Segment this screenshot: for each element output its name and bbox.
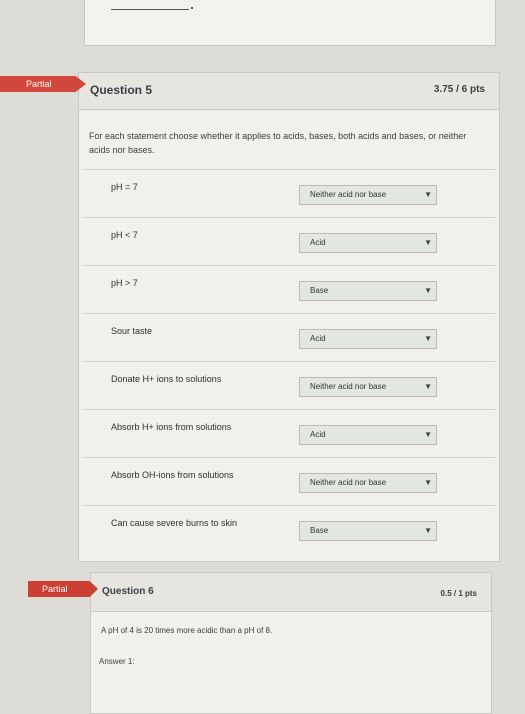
- answer-select[interactable]: Acid ▼: [299, 329, 437, 349]
- partial-score-badge: Partial: [0, 76, 86, 92]
- selected-value: Acid: [310, 334, 326, 343]
- statement-label: pH < 7: [111, 230, 138, 240]
- answer-select[interactable]: Neither acid nor base ▼: [299, 473, 437, 493]
- question-6-card: Question 6 0.5 / 1 pts A pH of 4 is 20 t…: [90, 572, 492, 714]
- answer-select[interactable]: Base ▼: [299, 281, 437, 301]
- question-points: 3.75 / 6 pts: [433, 84, 485, 95]
- selected-value: Neither acid nor base: [310, 382, 387, 391]
- partial-score-badge: Partial: [28, 581, 98, 597]
- statement-label: pH > 7: [111, 278, 138, 288]
- question-6-header: Question 6 0.5 / 1 pts: [91, 573, 491, 612]
- selected-value: Acid: [310, 238, 326, 247]
- answer-select[interactable]: Neither acid nor base ▼: [299, 377, 437, 397]
- question-title: Question 5: [90, 83, 153, 97]
- chevron-down-icon: ▼: [424, 526, 432, 535]
- chevron-down-icon: ▼: [424, 190, 432, 199]
- question-title: Question 6: [102, 586, 154, 597]
- answer-label: Answer 1:: [99, 657, 135, 666]
- chevron-down-icon: ▼: [424, 478, 432, 487]
- statement-label: Absorb H+ ions from solutions: [111, 422, 232, 432]
- match-row: Sour taste Acid ▼: [83, 313, 495, 362]
- selected-value: Base: [310, 526, 329, 535]
- answer-select[interactable]: Base ▼: [299, 521, 437, 541]
- statement-label: pH = 7: [111, 182, 138, 192]
- answer-select[interactable]: Neither acid nor base ▼: [299, 185, 437, 205]
- chevron-down-icon: ▼: [424, 238, 432, 247]
- question-5-card: Question 5 3.75 / 6 pts For each stateme…: [78, 72, 500, 562]
- match-row: Can cause severe burns to skin Base ▼: [83, 505, 495, 554]
- question-text: A pH of 4 is 20 times more acidic than a…: [101, 626, 273, 635]
- punctuation-dot: [191, 7, 193, 9]
- selected-value: Base: [310, 286, 329, 295]
- selected-value: Neither acid nor base: [310, 190, 387, 199]
- match-row: pH > 7 Base ▼: [83, 265, 495, 314]
- statement-label: Donate H+ ions to solutions: [111, 374, 222, 384]
- selected-value: Neither acid nor base: [310, 478, 387, 487]
- chevron-down-icon: ▼: [424, 286, 432, 295]
- answer-select[interactable]: Acid ▼: [299, 233, 437, 253]
- answer-select[interactable]: Acid ▼: [299, 425, 437, 445]
- answer-blank-line: [111, 9, 189, 10]
- chevron-down-icon: ▼: [424, 430, 432, 439]
- statement-label: Can cause severe burns to skin: [111, 518, 238, 528]
- match-row: pH = 7 Neither acid nor base ▼: [83, 169, 495, 218]
- question-instructions: For each statement choose whether it app…: [89, 131, 467, 155]
- question-points: 0.5 / 1 pts: [440, 589, 477, 598]
- match-row: Absorb OH-ions from solutions Neither ac…: [83, 457, 495, 506]
- chevron-down-icon: ▼: [424, 334, 432, 343]
- statement-label: Absorb OH-ions from solutions: [111, 470, 234, 480]
- statement-label: Sour taste: [111, 326, 153, 336]
- selected-value: Acid: [310, 430, 326, 439]
- chevron-down-icon: ▼: [424, 382, 432, 391]
- match-row: Absorb H+ ions from solutions Acid ▼: [83, 409, 495, 458]
- match-row: Donate H+ ions to solutions Neither acid…: [83, 361, 495, 410]
- question-5-header: Question 5 3.75 / 6 pts: [79, 73, 499, 110]
- match-row: pH < 7 Acid ▼: [83, 217, 495, 266]
- previous-question-card: [84, 0, 496, 46]
